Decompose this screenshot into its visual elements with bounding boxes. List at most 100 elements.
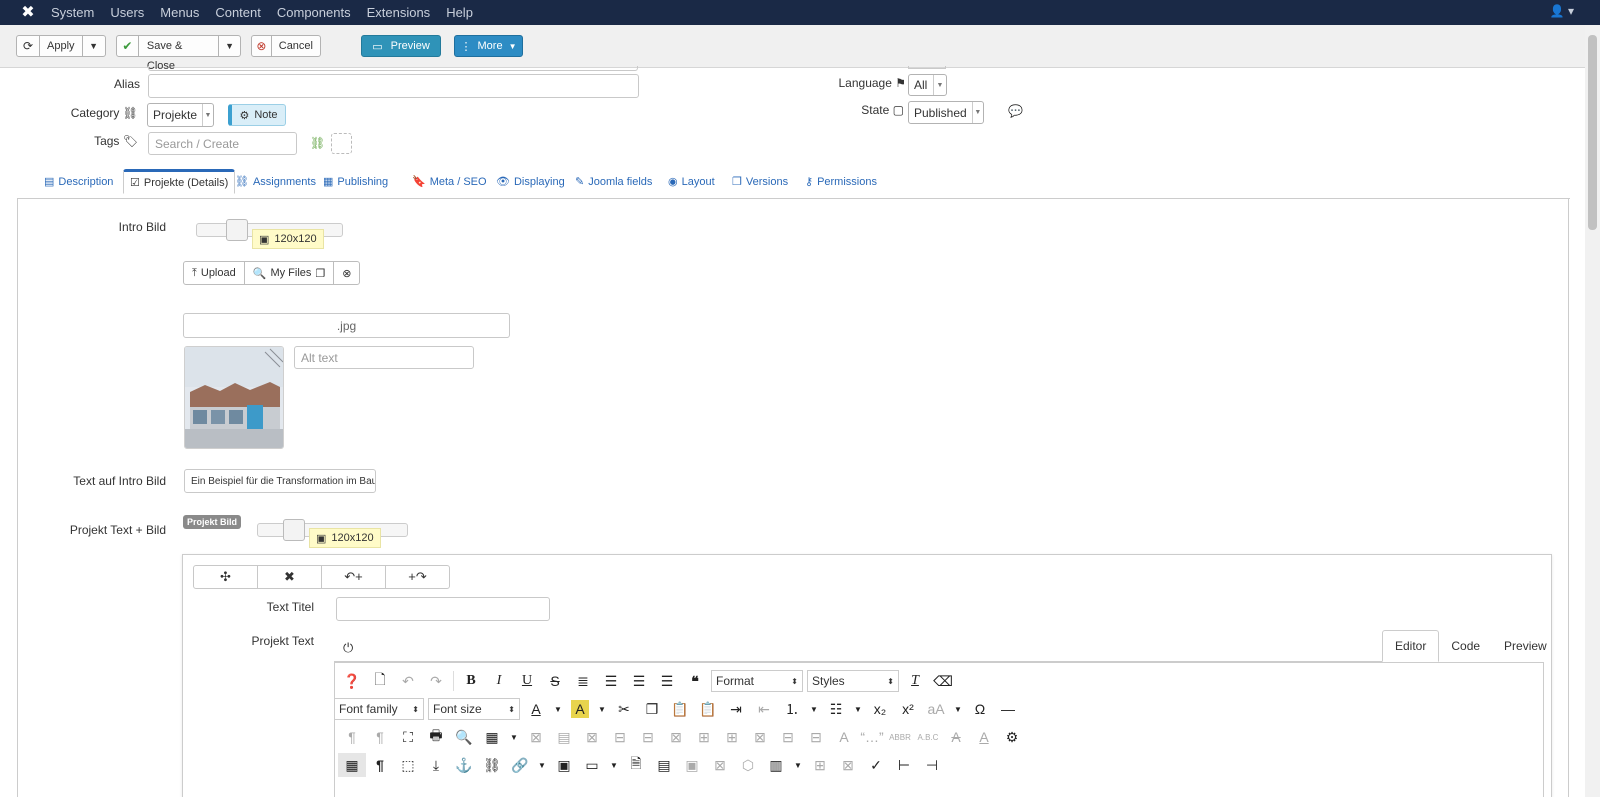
del-icon[interactable]: A	[942, 725, 970, 749]
paste-text-icon[interactable]: 📋	[694, 697, 722, 721]
text-color-icon[interactable]: A	[522, 697, 550, 721]
visual-aid-icon[interactable]: ▦	[338, 753, 366, 777]
media-icon[interactable]: ▤	[650, 753, 678, 777]
abbr-icon[interactable]: ABBR	[886, 725, 914, 749]
add-before-icon[interactable]: ↶+	[322, 566, 386, 588]
justify-icon[interactable]: ≣	[569, 669, 597, 693]
acronym-icon[interactable]: A.B.C	[914, 725, 942, 749]
table-insert-col-before-icon[interactable]: ⊞	[690, 725, 718, 749]
omega-icon[interactable]: Ω	[966, 697, 994, 721]
format-select[interactable]: Format ⬍	[711, 670, 803, 692]
tab-publishing[interactable]: ▦ Publishing	[323, 175, 388, 189]
subscript-icon[interactable]: x₂	[866, 697, 894, 721]
save-close-button[interactable]: ✔ Save & Close ▼	[116, 35, 241, 72]
table-row-props-icon[interactable]: ▤	[550, 725, 578, 749]
text-titel-input[interactable]	[336, 597, 550, 621]
alt-text-input[interactable]: Alt text	[294, 346, 474, 369]
upload-button[interactable]: ⤒ Upload	[184, 262, 245, 284]
clear-button[interactable]: ⊗	[334, 262, 359, 284]
bold-icon[interactable]: B	[457, 669, 485, 693]
menu-system[interactable]: System	[51, 5, 94, 20]
cancel-button[interactable]: ⊗ Cancel	[251, 35, 321, 57]
background-color-icon[interactable]: A	[571, 700, 589, 718]
page-scrollbar[interactable]	[1585, 25, 1600, 797]
read-more-icon[interactable]: ⊣	[918, 753, 946, 777]
clear-formatting-icon[interactable]: T	[901, 669, 929, 693]
caret-down-icon[interactable]: ▼	[81, 36, 105, 56]
paste-icon[interactable]: 📋	[666, 697, 694, 721]
more-button[interactable]: ⋮ More ▼	[454, 35, 523, 57]
align-right-icon[interactable]: ☰	[653, 669, 681, 693]
menu-help[interactable]: Help	[446, 5, 473, 20]
tab-layout[interactable]: ◉ Layout	[668, 175, 715, 189]
cut-icon[interactable]: ✂	[610, 697, 638, 721]
comment-icon[interactable]: 💬	[1008, 104, 1023, 118]
caret-down-icon[interactable]: ▼	[506, 725, 522, 749]
strikethrough-icon[interactable]: S	[541, 669, 569, 693]
image-filename-field[interactable]: .jpg	[183, 313, 510, 338]
bullet-list-icon[interactable]: ☷	[822, 697, 850, 721]
close-box-icon[interactable]: ⊠	[706, 753, 734, 777]
underline-icon[interactable]: U	[513, 669, 541, 693]
caret-down-icon[interactable]: ▼	[550, 697, 566, 721]
search-replace-icon[interactable]: 🔍	[450, 725, 478, 749]
my-files-button[interactable]: 🔍 My Files ❐	[245, 262, 335, 284]
change-case-icon[interactable]: aA	[922, 697, 950, 721]
template-icon[interactable]: ▭	[578, 753, 606, 777]
copy-icon[interactable]: ❐	[638, 697, 666, 721]
joomla-logo-icon[interactable]: ✖	[19, 4, 37, 22]
add-column-icon[interactable]: ⊞	[806, 753, 834, 777]
table-merge-cells-icon[interactable]: ⊟	[802, 725, 830, 749]
tab-preview[interactable]: Preview	[1492, 630, 1559, 662]
tab-joomla-fields[interactable]: ✎ Joomla fields	[575, 175, 652, 189]
ins-icon[interactable]: A	[970, 725, 998, 749]
caret-down-icon[interactable]: ▼	[790, 753, 806, 777]
horizontal-rule-icon[interactable]: —	[994, 697, 1022, 721]
show-blocks-icon[interactable]: ¶	[366, 753, 394, 777]
spellcheck-icon[interactable]: ✓	[862, 753, 890, 777]
table-insert-row-after-icon[interactable]: ⊟	[634, 725, 662, 749]
file-icon[interactable]: 🗎	[622, 753, 650, 777]
tab-description[interactable]: ▤ Description	[44, 175, 113, 189]
category-select[interactable]: Projekte ▼	[147, 103, 214, 127]
caret-down-icon[interactable]: ▼	[806, 697, 822, 721]
apply-button[interactable]: ⟳ Apply ▼	[16, 35, 106, 57]
new-document-icon[interactable]: 🗋	[366, 669, 394, 693]
anchor-icon[interactable]: ⚓	[450, 753, 478, 777]
menu-components[interactable]: Components	[277, 5, 351, 20]
outdent-icon[interactable]: ⇤	[750, 697, 778, 721]
align-center-icon[interactable]: ☰	[597, 669, 625, 693]
gear-icon[interactable]: ⚙	[998, 725, 1026, 749]
table-delete-row-icon[interactable]: ⊠	[662, 725, 690, 749]
italic-icon[interactable]: I	[485, 669, 513, 693]
numbered-list-icon[interactable]: ⒈	[778, 697, 806, 721]
indent-icon[interactable]: ⇥	[722, 697, 750, 721]
columns-icon[interactable]: ▥	[762, 753, 790, 777]
table-insert-row-before-icon[interactable]: ⊟	[606, 725, 634, 749]
table-delete-icon[interactable]: ⊠	[522, 725, 550, 749]
page-break-icon[interactable]: ⊢	[890, 753, 918, 777]
caret-down-icon[interactable]: ▼	[606, 753, 622, 777]
tags-input[interactable]: Search / Create	[148, 132, 297, 155]
caret-down-icon[interactable]: ▼	[594, 697, 610, 721]
tab-editor[interactable]: Editor	[1382, 630, 1440, 662]
menu-content[interactable]: Content	[215, 5, 261, 20]
superscript-icon[interactable]: x²	[894, 697, 922, 721]
add-after-icon[interactable]: +↷	[386, 566, 449, 588]
scrollbar-thumb[interactable]	[1588, 35, 1597, 230]
rtl-icon[interactable]: ¶	[366, 725, 394, 749]
tab-assignments[interactable]: ⛓ Assignments	[235, 175, 316, 189]
nonbreaking-icon[interactable]: ⬚	[394, 753, 422, 777]
align-left-icon[interactable]: ☰	[625, 669, 653, 693]
insert-icon[interactable]: ⤓	[422, 753, 450, 777]
tab-permissions[interactable]: ⚷ Permissions	[805, 175, 877, 189]
text-intro-bild-input[interactable]: Ein Beispiel für die Transformation im B…	[184, 469, 376, 493]
quote-icon[interactable]: “…”	[858, 725, 886, 749]
alias-input[interactable]	[148, 74, 639, 98]
link-icon[interactable]: 🔗	[506, 753, 534, 777]
blockquote-icon[interactable]: ❝	[681, 669, 709, 693]
tab-code[interactable]: Code	[1439, 630, 1492, 662]
style-props-icon[interactable]: A	[830, 725, 858, 749]
state-select[interactable]: Published ▼	[908, 101, 984, 124]
redo-icon[interactable]: ↷	[422, 669, 450, 693]
